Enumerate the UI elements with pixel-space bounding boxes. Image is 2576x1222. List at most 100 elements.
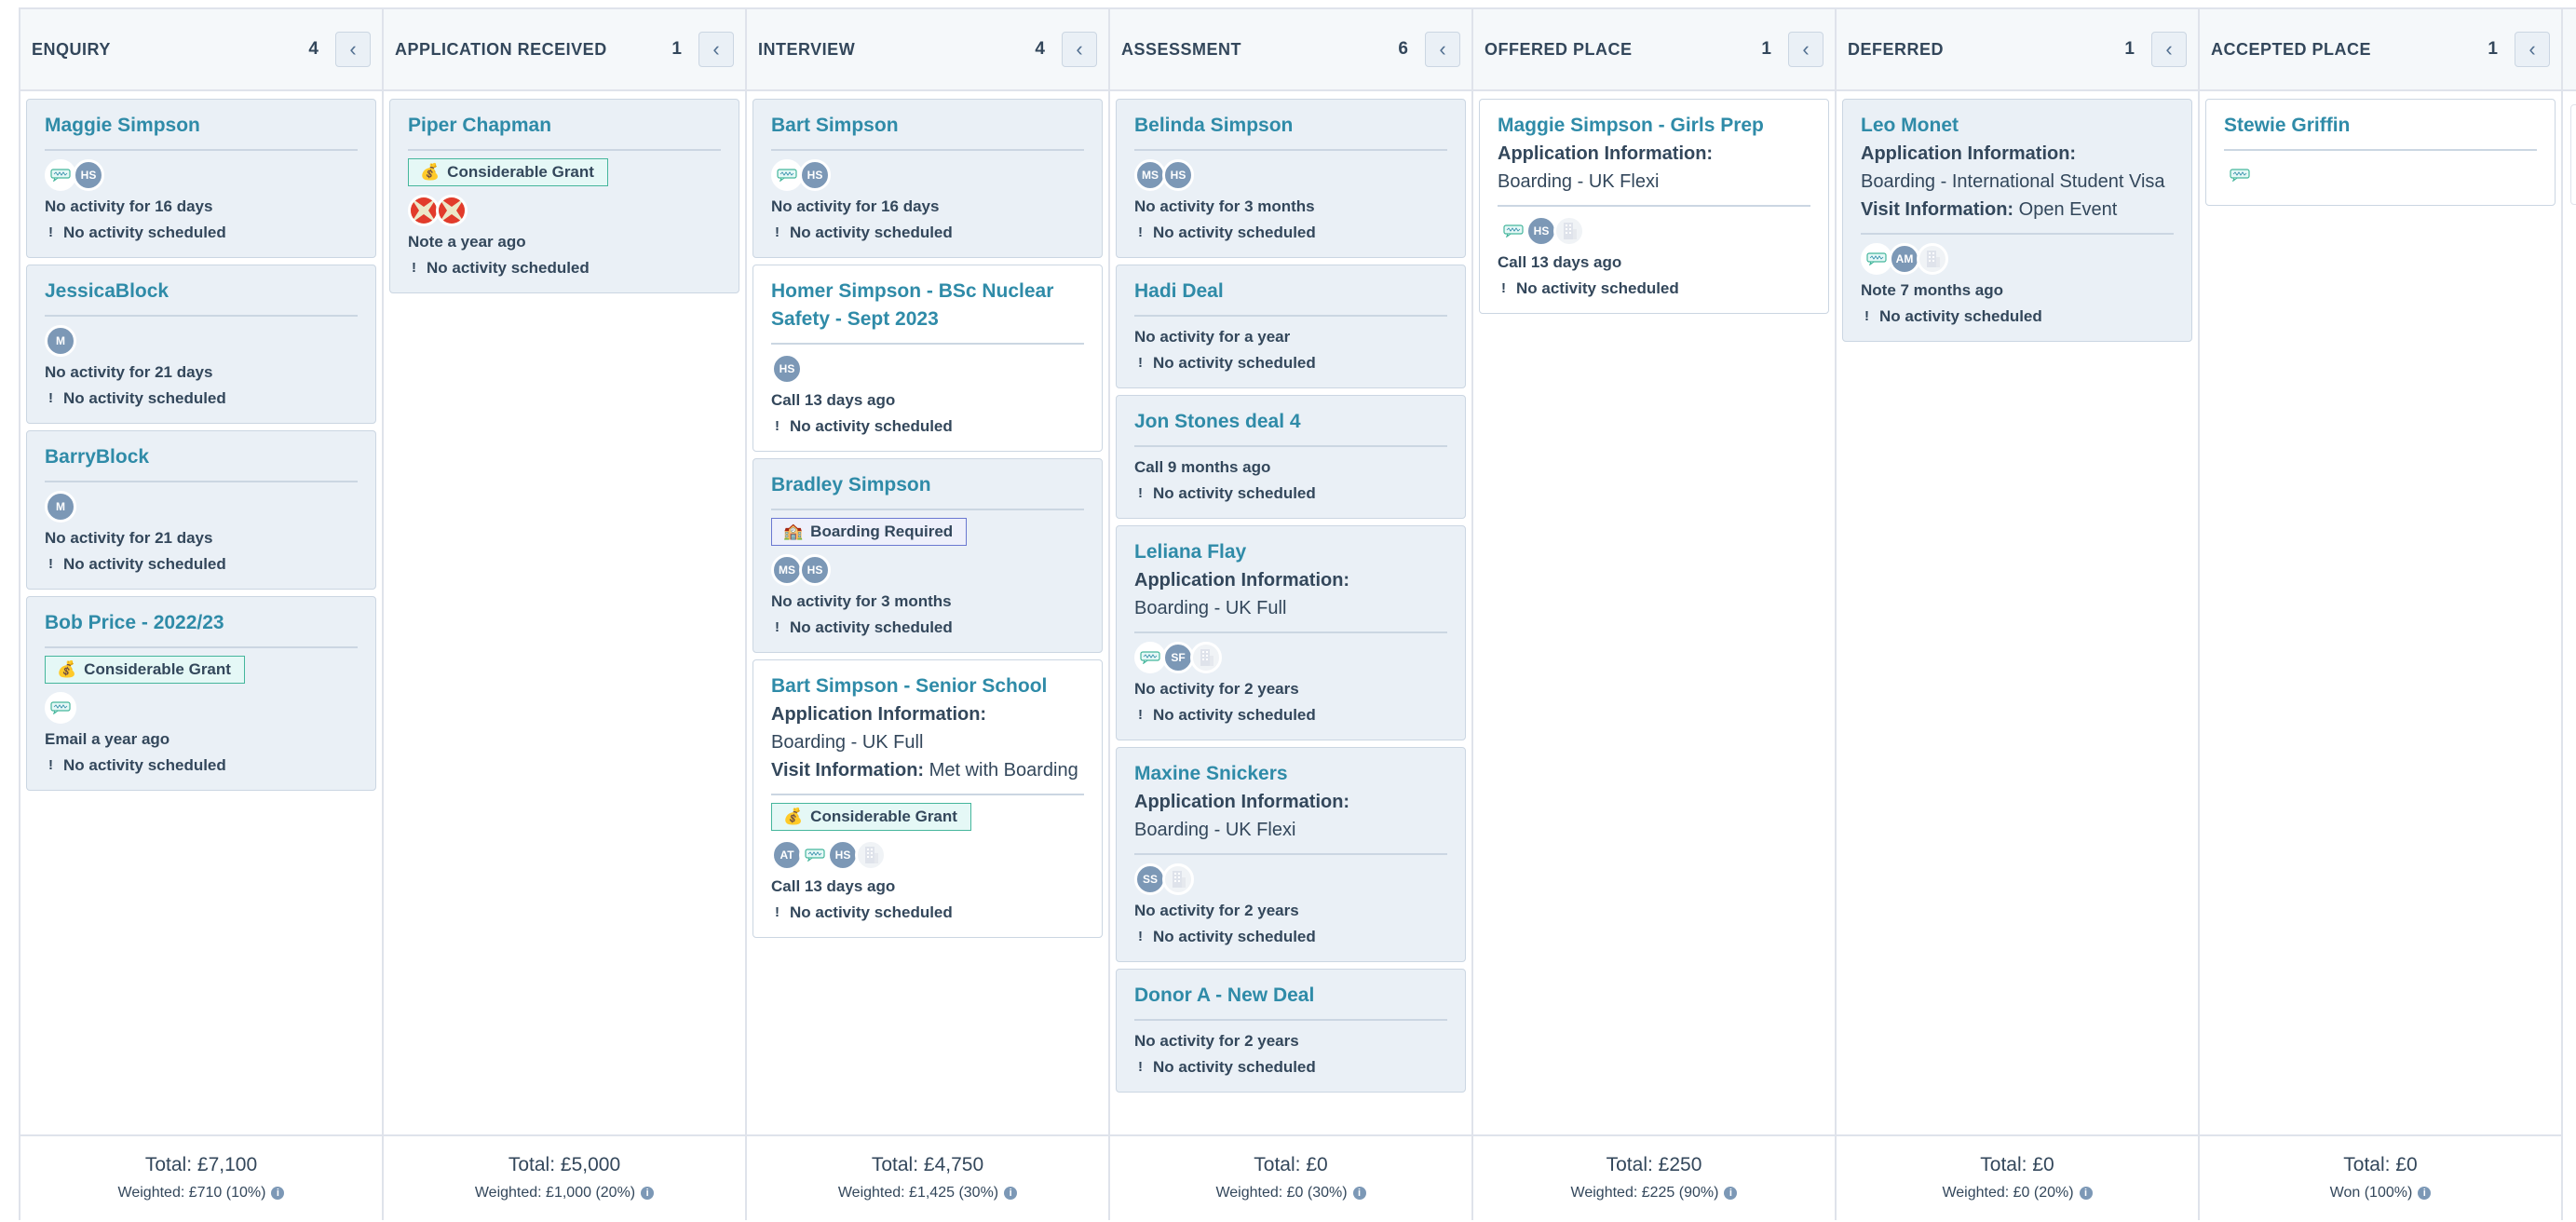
column-header [2563,9,2576,91]
user-avatar[interactable]: HS [771,353,803,385]
user-avatar[interactable]: M [45,325,76,357]
column-weighted: Weighted: £0 (20%) i [1942,1180,2093,1206]
deal-title-link[interactable]: Bart Simpson - Senior School [771,672,1084,700]
last-activity: No activity for 16 days [771,197,940,215]
deal-card[interactable]: Bart Simpson - Senior School Application … [752,659,1103,938]
deal-card[interactable]: JessicaBlock M No activity for 21 days! No … [26,265,376,424]
info-icon[interactable]: i [2418,1187,2432,1200]
last-activity: Call 13 days ago [771,877,896,895]
card-divider [2224,149,2537,151]
info-icon[interactable]: i [1352,1187,1366,1200]
column-body: Leo Monet Application Information: Boardin… [1837,93,2198,1134]
deal-title-link[interactable]: Leo Monet [1861,112,2174,140]
application-info-value: Boarding - UK Flexi [1134,820,1296,840]
chat-icon[interactable] [771,159,803,191]
collapse-column-button[interactable]: ‹ [1425,32,1460,67]
collapse-column-button[interactable]: ‹ [2515,32,2550,67]
company-building-icon[interactable] [1162,863,1194,895]
deal-card[interactable]: Leliana Flay Application Information: Boar… [1116,525,1466,740]
deal-card[interactable]: Homer Simpson - BSc Nuclear Safety - Sep… [752,265,1103,452]
column-count: 4 [308,39,319,59]
info-icon[interactable]: i [641,1187,655,1200]
deal-title-link[interactable]: Bart Simpson [771,112,1084,140]
deal-card[interactable]: Maggie Simpson HS No activity for 16 days!… [26,99,376,258]
collapse-column-button[interactable]: ‹ [1788,32,1824,67]
deal-card[interactable]: Maxine Snickers Application Information: B… [1116,747,1466,962]
deal-card[interactable]: Bob Price - 2022/23 💰 Considerable Grant Em… [26,596,376,791]
application-info-label: Application Information: [1498,143,1714,164]
chat-icon[interactable] [1861,243,1892,275]
deal-title-link[interactable]: Donor A - New Deal [1134,982,1447,1010]
deal-title-link[interactable]: Belinda Simpson [1134,112,1447,140]
no-activity-scheduled-text: No activity scheduled [790,417,953,435]
deal-title-link[interactable]: Maggie Simpson - Girls Prep [1498,112,1810,140]
deal-card[interactable] [2570,104,2576,205]
user-avatar[interactable]: AT [771,839,803,871]
info-icon[interactable]: i [271,1187,285,1200]
company-building-icon[interactable] [855,839,887,871]
user-avatar[interactable]: MS [1134,159,1166,191]
no-activity-scheduled-text: No activity scheduled [1153,706,1316,724]
chat-icon[interactable] [1134,642,1166,673]
deal-title-link[interactable]: Jon Stones deal 4 [1134,408,1447,436]
deal-card[interactable]: Hadi Deal No activity for a year! No activ… [1116,265,1466,388]
deal-card[interactable]: Bart Simpson HS No activity for 16 days! No… [752,99,1103,258]
deal-title-link[interactable]: Leliana Flay [1134,538,1447,566]
deal-title-link[interactable]: Maggie Simpson [45,112,358,140]
user-avatar[interactable]: SF [1162,642,1194,673]
deal-title-link[interactable]: Homer Simpson - BSc Nuclear Safety - Sep… [771,278,1084,333]
deal-title-link[interactable]: Stewie Griffin [2224,112,2537,140]
collapse-column-button[interactable]: ‹ [1062,32,1097,67]
exclamation-icon: ! [1501,280,1506,296]
deal-card[interactable]: Jon Stones deal 4 Call 9 months ago! No ac… [1116,395,1466,519]
pipeline-column-enquiry: ENQUIRY 4 ‹ Maggie Simpson HS No activity for… [19,9,382,1220]
application-info-label: Application Information: [1134,570,1350,591]
collapse-column-button[interactable]: ‹ [335,32,371,67]
user-avatar[interactable]: AM [1889,243,1920,275]
deal-card[interactable]: Leo Monet Application Information: Boardin… [1842,99,2192,342]
deal-title-link[interactable]: BarryBlock [45,443,358,471]
deal-card[interactable]: Stewie Griffin [2205,99,2556,206]
collapse-column-button[interactable]: ‹ [698,32,734,67]
deal-card[interactable]: Belinda Simpson MS HS No activity for 3 mon… [1116,99,1466,258]
company-building-icon[interactable] [1553,215,1585,247]
column-total: Total: £5,000 [508,1154,621,1175]
application-info-label: Application Information: [1861,143,2077,164]
column-total: Total: £4,750 [871,1154,984,1175]
user-avatar[interactable]: HS [799,159,831,191]
money-bag-icon: 💰 [783,808,804,825]
company-logo-icon[interactable] [436,195,468,226]
user-avatar[interactable]: HS [1162,159,1194,191]
chat-icon[interactable] [45,692,76,724]
chat-icon[interactable] [1498,215,1529,247]
deal-card[interactable]: Piper Chapman 💰 Considerable Grant Note a y… [389,99,739,293]
user-avatar[interactable]: HS [73,159,104,191]
deal-title-link[interactable]: Maxine Snickers [1134,760,1447,788]
company-building-icon[interactable] [1917,243,1948,275]
chat-icon[interactable] [799,839,831,871]
collapse-column-button[interactable]: ‹ [2151,32,2187,67]
user-avatar[interactable]: HS [1525,215,1557,247]
chat-icon[interactable] [45,159,76,191]
company-logo-icon[interactable] [408,195,440,226]
user-avatar[interactable]: HS [799,554,831,586]
user-avatar[interactable]: MS [771,554,803,586]
deal-title-link[interactable]: Piper Chapman [408,112,721,140]
user-avatar[interactable]: HS [827,839,859,871]
deal-title-link[interactable]: Bradley Simpson [771,471,1084,499]
deal-title-link[interactable]: Bob Price - 2022/23 [45,609,358,637]
deal-card[interactable]: Donor A - New Deal No activity for 2 year… [1116,969,1466,1093]
deal-title-link[interactable]: Hadi Deal [1134,278,1447,306]
info-icon[interactable]: i [1724,1187,1738,1200]
user-avatar[interactable]: M [45,491,76,523]
exclamation-icon: ! [1864,308,1869,324]
chat-icon[interactable] [2224,159,2256,191]
deal-card[interactable]: Maggie Simpson - Girls Prep Application I… [1479,99,1829,314]
deal-card[interactable]: BarryBlock M No activity for 21 days! No ac… [26,430,376,590]
info-icon[interactable]: i [1004,1187,1018,1200]
deal-card[interactable]: Bradley Simpson 🏫 Boarding Required MS HS No … [752,458,1103,653]
company-building-icon[interactable] [1190,642,1222,673]
deal-title-link[interactable]: JessicaBlock [45,278,358,306]
user-avatar[interactable]: SS [1134,863,1166,895]
info-icon[interactable]: i [2079,1187,2093,1200]
